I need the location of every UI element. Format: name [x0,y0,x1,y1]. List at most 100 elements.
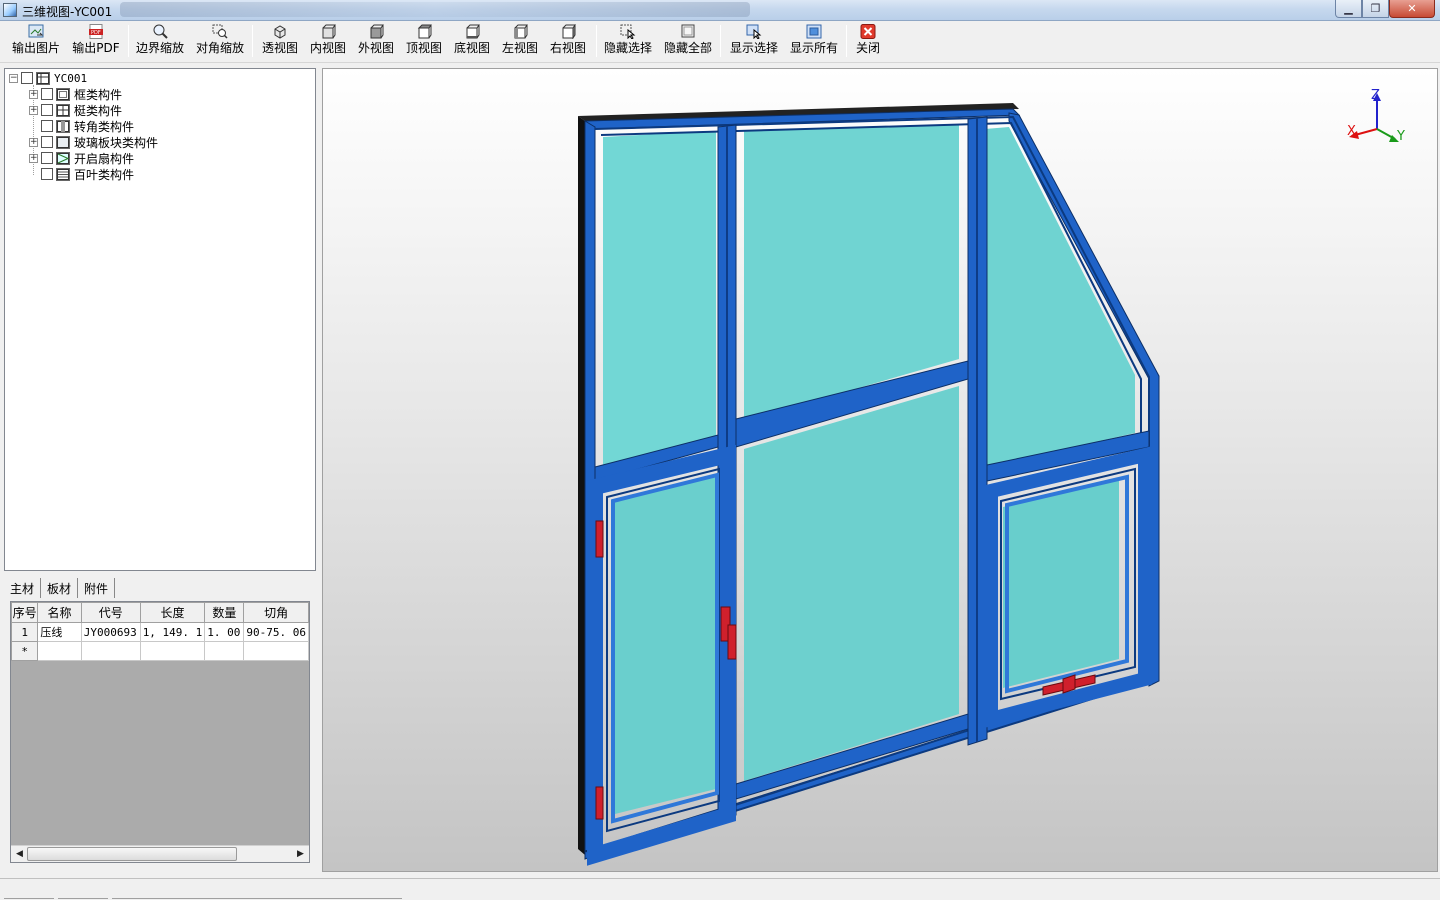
scroll-left-icon[interactable]: ◀ [12,847,27,862]
tree-node-root[interactable]: − YC001 [9,70,87,86]
minimize-icon: ▁ [1344,2,1353,15]
frame-left-edge [578,116,585,855]
tree-checkbox[interactable] [41,104,53,116]
table-cell[interactable] [37,641,82,661]
close-icon [860,24,876,39]
table-cell[interactable]: 90-75. 06 [243,622,309,642]
tree-node-louver[interactable]: 百叶类构件 [29,166,134,182]
tree-node-frame[interactable]: + 框类构件 [29,86,122,102]
tree-node-glass[interactable]: + 玻璃板块类构件 [29,134,158,150]
toolbar-separator [596,25,597,57]
toolbar-separator [128,25,129,57]
tree-node-sash[interactable]: + 开启扇构件 [29,150,134,166]
toolbar-separator [846,25,847,57]
right-view-button[interactable]: 右视图 [546,24,590,60]
tree-node-corner[interactable]: 转角类构件 [29,118,134,134]
inner-view-button[interactable]: 内视图 [306,24,350,60]
axis-z-label: Z [1371,88,1380,103]
hide-selection-icon [620,24,636,39]
tab-main-material[interactable]: 主材 [4,578,42,598]
zoom-window-button[interactable]: 对角缩放 [194,24,246,60]
close-button[interactable]: 关闭 [852,24,884,60]
tree-checkbox[interactable] [41,88,53,100]
table-cell[interactable]: 1. 00 [204,622,245,642]
close-window-button[interactable]: ✕ [1389,0,1435,18]
tree-checkbox[interactable] [41,168,53,180]
tree-checkbox[interactable] [41,120,53,132]
perspective-icon [272,24,288,39]
perspective-view-button[interactable]: 透视图 [258,24,302,60]
material-grid: 序号 名称 代号 长度 数量 切角 1 压线 JY000693 1, 149. … [10,601,310,863]
export-pdf-button[interactable]: PDF 输出PDF [70,24,122,60]
glass-panel-top-left[interactable] [603,131,716,469]
show-selection-button[interactable]: 显示选择 [728,24,780,60]
expand-icon[interactable]: + [29,153,38,163]
table-cell[interactable] [204,641,245,661]
expand-icon[interactable]: + [29,89,38,99]
horizontal-scrollbar[interactable]: ◀ ▶ [11,845,309,862]
title-bar: 三维视图-YC001 ▁ ❐ ✕ [0,0,1440,21]
tab-sheet-material[interactable]: 板材 [41,578,79,598]
table-cell[interactable]: 1, 149. 1 [139,622,206,642]
tree-node-mullion[interactable]: + 梃类构件 [29,102,122,118]
table-cell[interactable] [243,641,309,661]
table-cell[interactable]: 压线 [37,622,82,642]
table-cell[interactable] [80,641,141,661]
column-header[interactable]: 切角 [243,602,309,623]
table-cell[interactable]: JY000693 [80,622,141,642]
corner-component-icon [56,119,70,133]
hide-all-button[interactable]: 隐藏全部 [662,24,714,60]
expand-icon[interactable]: + [29,105,38,115]
top-view-button[interactable]: 顶视图 [402,24,446,60]
zoom-extents-button[interactable]: 边界缩放 [134,24,186,60]
table-row[interactable]: 1 压线 JY000693 1, 149. 1 1. 00 90-75. 06 [11,622,309,642]
hinge-bottom [595,786,604,820]
column-header[interactable]: 长度 [139,602,206,623]
minimize-button[interactable]: ▁ [1335,0,1362,18]
zoom-window-icon [212,24,228,39]
hide-selection-button[interactable]: 隐藏选择 [602,24,654,60]
maximize-button[interactable]: ❐ [1362,0,1389,18]
bottom-view-icon [464,24,480,39]
hide-all-icon [680,24,696,39]
tree-checkbox[interactable] [41,152,53,164]
3d-viewport[interactable]: Z X Y [322,68,1438,872]
hinge-top [595,520,604,558]
tab-accessories[interactable]: 附件 [78,578,116,598]
new-row[interactable]: * [11,641,309,661]
outer-view-button[interactable]: 外视图 [354,24,398,60]
window-title: 三维视图-YC001 [22,5,113,19]
column-header[interactable]: 序号 [11,602,39,623]
column-header[interactable]: 代号 [80,602,141,623]
component-tree: − YC001 + 框类构件 + 梃类构件 转角类构件 + 玻璃板块类构件 + … [4,68,316,571]
column-header[interactable]: 名称 [37,602,82,623]
tree-checkbox[interactable] [21,72,33,84]
inner-view-icon [320,24,336,39]
scroll-right-icon[interactable]: ▶ [293,847,308,862]
right-view-icon [560,24,576,39]
glass-panel-sash-right[interactable] [1003,480,1119,688]
glass-panel-icon [56,135,70,149]
window-3d-model[interactable]: Z X Y [323,69,1438,872]
axis-indicator: Z X Y [1347,88,1405,144]
expand-icon[interactable]: + [29,137,38,147]
toolbar-separator [720,25,721,57]
table-cell[interactable]: 1 [11,622,39,642]
sash-component-icon [56,151,70,165]
window-controls: ▁ ❐ ✕ [1335,0,1435,18]
tree-checkbox[interactable] [41,136,53,148]
show-all-button[interactable]: 显示所有 [788,24,840,60]
close-x-icon: ✕ [1407,2,1417,15]
column-header[interactable]: 数量 [204,602,245,623]
collapse-icon[interactable]: − [9,73,18,83]
left-view-button[interactable]: 左视图 [498,24,542,60]
scrollbar-thumb[interactable] [27,847,237,861]
table-cell[interactable] [139,641,206,661]
export-image-button[interactable]: 输出图片 [10,24,62,60]
glass-panel-bottom-middle[interactable] [744,386,959,781]
glass-panel-sash-left[interactable] [615,475,716,814]
show-selection-icon [746,24,762,39]
bottom-view-button[interactable]: 底视图 [450,24,494,60]
